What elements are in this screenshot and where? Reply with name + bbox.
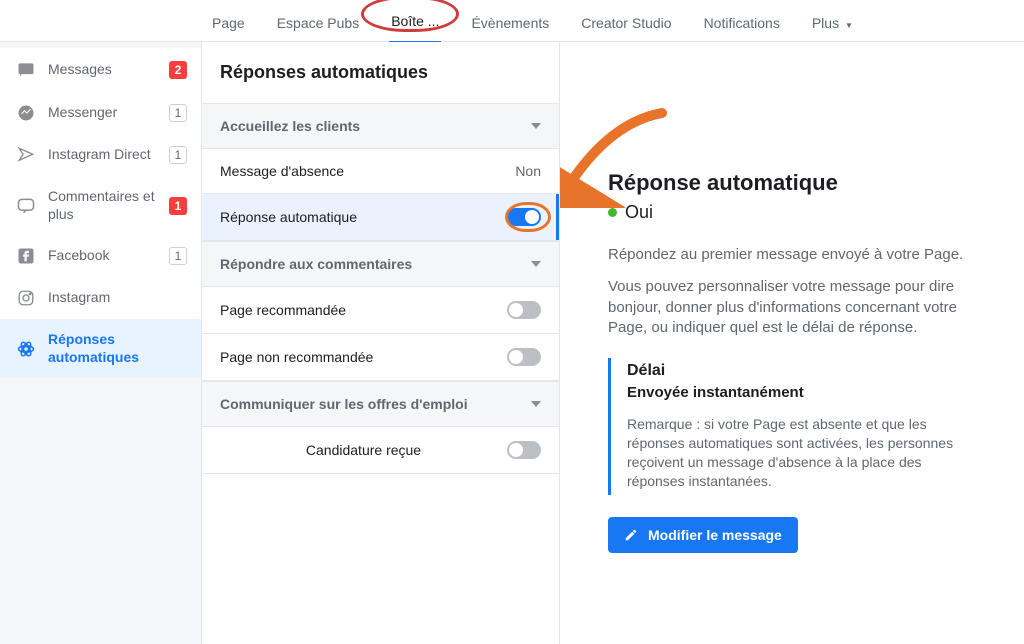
sidebar-item-auto-replies[interactable]: Réponses automatiques	[0, 319, 201, 378]
badge: 1	[169, 247, 187, 265]
detail-paragraph-2: Vous pouvez personnaliser votre message …	[608, 277, 988, 338]
row-away-message[interactable]: Message d'absence Non	[202, 149, 559, 194]
badge: 1	[169, 146, 187, 164]
tab-more[interactable]: Plus ▼	[810, 9, 855, 43]
auto-reply-icon	[16, 339, 36, 359]
sidebar-item-messages[interactable]: Messages 2	[0, 48, 201, 92]
sidebar: Messages 2 Messenger 1 Instagram Direct …	[0, 42, 202, 644]
tab-notifications[interactable]: Notifications	[702, 9, 782, 43]
sidebar-item-instagram[interactable]: Instagram	[0, 277, 201, 319]
instagram-dm-icon	[16, 146, 36, 164]
sidebar-item-label: Instagram	[48, 289, 187, 307]
detail-title: Réponse automatique	[608, 170, 988, 196]
section-header-label: Accueillez les clients	[220, 118, 360, 134]
infobox-title: Délai	[627, 362, 968, 380]
chevron-down-icon	[531, 401, 541, 407]
detail-pane: Réponse automatique Oui Répondez au prem…	[560, 42, 1024, 644]
edit-message-button[interactable]: Modifier le message	[608, 517, 798, 553]
section-header-jobs[interactable]: Communiquer sur les offres d'emploi	[202, 381, 559, 427]
sidebar-item-label: Facebook	[48, 247, 157, 265]
page-recommended-toggle[interactable]	[507, 301, 541, 319]
sidebar-item-facebook[interactable]: Facebook 1	[0, 235, 201, 277]
section-header-label: Répondre aux commentaires	[220, 256, 412, 272]
tab-ads[interactable]: Espace Pubs	[275, 9, 362, 43]
pencil-icon	[624, 528, 638, 542]
row-label: Page recommandée	[220, 302, 346, 318]
auto-reply-toggle[interactable]	[507, 208, 541, 226]
edit-message-button-label: Modifier le message	[648, 527, 782, 543]
delay-infobox: Délai Envoyée instantanément Remarque : …	[608, 358, 968, 495]
section-header-welcome[interactable]: Accueillez les clients	[202, 103, 559, 149]
instagram-icon	[16, 289, 36, 307]
detail-paragraph-1: Répondez au premier message envoyé à vot…	[608, 245, 988, 265]
row-label: Candidature reçue	[306, 442, 421, 458]
status-dot-icon	[608, 208, 617, 217]
status-label: Oui	[625, 202, 653, 223]
row-label: Réponse automatique	[220, 209, 357, 225]
messenger-icon	[16, 104, 36, 122]
row-application-received[interactable]: Candidature reçue	[202, 427, 559, 474]
row-auto-reply[interactable]: Réponse automatique	[202, 194, 559, 241]
sidebar-item-label: Instagram Direct	[48, 146, 157, 164]
tab-events[interactable]: Évènements	[469, 9, 551, 43]
chevron-down-icon: ▼	[845, 21, 853, 30]
chat-icon	[16, 60, 36, 80]
sidebar-item-label: Messenger	[48, 104, 157, 122]
sidebar-item-messenger[interactable]: Messenger 1	[0, 92, 201, 134]
row-label: Page non recommandée	[220, 349, 373, 365]
sidebar-item-label: Commentaires et plus	[48, 188, 157, 223]
section-header-label: Communiquer sur les offres d'emploi	[220, 396, 468, 412]
chevron-down-icon	[531, 123, 541, 129]
top-nav: Page Espace Pubs Boîte ... Évènements Cr…	[0, 0, 1024, 42]
section-header-comments[interactable]: Répondre aux commentaires	[202, 241, 559, 287]
tab-creator[interactable]: Creator Studio	[579, 9, 673, 43]
badge: 1	[169, 104, 187, 122]
row-page-not-recommended[interactable]: Page non recommandée	[202, 334, 559, 381]
badge: 2	[169, 61, 187, 79]
badge: 1	[169, 197, 187, 215]
settings-title: Réponses automatiques	[202, 42, 559, 103]
status-line: Oui	[608, 202, 988, 223]
tab-page[interactable]: Page	[210, 9, 247, 43]
page-not-recommended-toggle[interactable]	[507, 348, 541, 366]
chevron-down-icon	[531, 261, 541, 267]
sidebar-item-comments[interactable]: Commentaires et plus 1	[0, 176, 201, 235]
sidebar-item-label: Messages	[48, 61, 157, 79]
comment-icon	[16, 196, 36, 216]
infobox-note: Remarque : si votre Page est absente et …	[627, 415, 968, 491]
row-page-recommended[interactable]: Page recommandée	[202, 287, 559, 334]
sidebar-item-label: Réponses automatiques	[48, 331, 187, 366]
row-value: Non	[515, 163, 541, 179]
infobox-subtitle: Envoyée instantanément	[627, 384, 968, 401]
application-received-toggle[interactable]	[507, 441, 541, 459]
row-label: Message d'absence	[220, 163, 344, 179]
facebook-icon	[16, 247, 36, 265]
tab-more-label: Plus	[812, 15, 839, 31]
sidebar-item-instagram-direct[interactable]: Instagram Direct 1	[0, 134, 201, 176]
tab-inbox[interactable]: Boîte ...	[389, 7, 441, 44]
settings-list: Réponses automatiques Accueillez les cli…	[202, 42, 560, 644]
